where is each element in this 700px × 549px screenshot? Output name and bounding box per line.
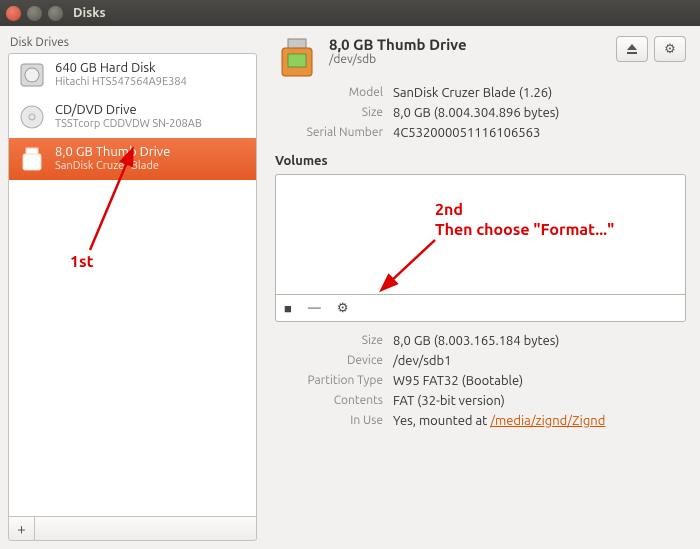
value-size: 8,0 GB (8.004.304.896 bytes) xyxy=(393,106,686,120)
drive-subtitle: Hitachi HTS547564A9E384 xyxy=(55,76,248,89)
drive-item-optical[interactable]: CD/DVD Drive TSSTcorp CDDVDW SN-208AB xyxy=(9,96,256,138)
label-vdevice: Device xyxy=(275,354,393,368)
drive-title: 8,0 GB Thumb Drive xyxy=(55,145,248,161)
minimize-icon[interactable] xyxy=(27,6,42,21)
list-toolbar: + xyxy=(8,516,257,541)
drive-item-thumb[interactable]: 8,0 GB Thumb Drive SanDisk Cruzer Blade xyxy=(9,138,256,180)
value-inuse: Yes, mounted at /media/zignd/Zignd xyxy=(393,414,686,428)
stop-button[interactable]: ■ xyxy=(284,301,292,316)
close-icon[interactable] xyxy=(6,6,21,21)
label-model: Model xyxy=(275,86,393,100)
titlebar: Disks xyxy=(0,0,700,26)
value-serial: 4C532000051116106563 xyxy=(393,126,686,140)
value-model: SanDisk Cruzer Blade (1.26) xyxy=(393,86,686,100)
label-size: Size xyxy=(275,106,393,120)
label-inuse: In Use xyxy=(275,414,393,428)
volume-toolbar: ■ — ⚙ xyxy=(276,295,685,321)
volume-box: ■ — ⚙ xyxy=(275,174,686,322)
device-title: 8,0 GB Thumb Drive xyxy=(329,36,606,53)
drive-subtitle: SanDisk Cruzer Blade xyxy=(55,160,248,173)
sidebar: Disk Drives 640 GB Hard Disk Hitachi HTS… xyxy=(0,26,265,549)
add-button[interactable]: + xyxy=(9,517,35,540)
inuse-prefix: Yes, mounted at xyxy=(393,414,490,428)
label-serial: Serial Number xyxy=(275,126,393,140)
remove-button[interactable]: — xyxy=(308,301,321,315)
cd-icon xyxy=(17,102,47,132)
volume-graph[interactable] xyxy=(276,175,685,295)
label-ptype: Partition Type xyxy=(275,374,393,388)
drive-list: 640 GB Hard Disk Hitachi HTS547564A9E384… xyxy=(8,53,257,516)
value-vsize: 8,0 GB (8.003.165.184 bytes) xyxy=(393,334,686,348)
device-icon xyxy=(275,36,319,80)
drive-title: 640 GB Hard Disk xyxy=(55,61,248,77)
gear-icon: ⚙ xyxy=(664,42,676,57)
drive-title: CD/DVD Drive xyxy=(55,103,248,119)
drive-item-hdd[interactable]: 640 GB Hard Disk Hitachi HTS547564A9E384 xyxy=(9,54,256,96)
volumes-heading: Volumes xyxy=(275,154,686,168)
eject-button[interactable] xyxy=(616,36,648,62)
sidebar-heading: Disk Drives xyxy=(10,36,257,49)
volume-settings-button[interactable]: ⚙ xyxy=(337,301,349,316)
usb-icon xyxy=(17,144,47,174)
label-vsize: Size xyxy=(275,334,393,348)
drive-subtitle: TSSTcorp CDDVDW SN-208AB xyxy=(55,118,248,131)
main-panel: 8,0 GB Thumb Drive /dev/sdb ⚙ ModelSanDi… xyxy=(265,26,700,549)
maximize-icon[interactable] xyxy=(48,6,63,21)
window-title: Disks xyxy=(73,6,106,20)
label-contents: Contents xyxy=(275,394,393,408)
device-path: /dev/sdb xyxy=(329,53,606,66)
value-contents: FAT (32-bit version) xyxy=(393,394,686,408)
value-ptype: W95 FAT32 (Bootable) xyxy=(393,374,686,388)
value-vdevice: /dev/sdb1 xyxy=(393,354,686,368)
hdd-icon xyxy=(17,60,47,90)
mount-link[interactable]: /media/zignd/Zignd xyxy=(490,414,605,428)
drive-settings-button[interactable]: ⚙ xyxy=(654,36,686,62)
